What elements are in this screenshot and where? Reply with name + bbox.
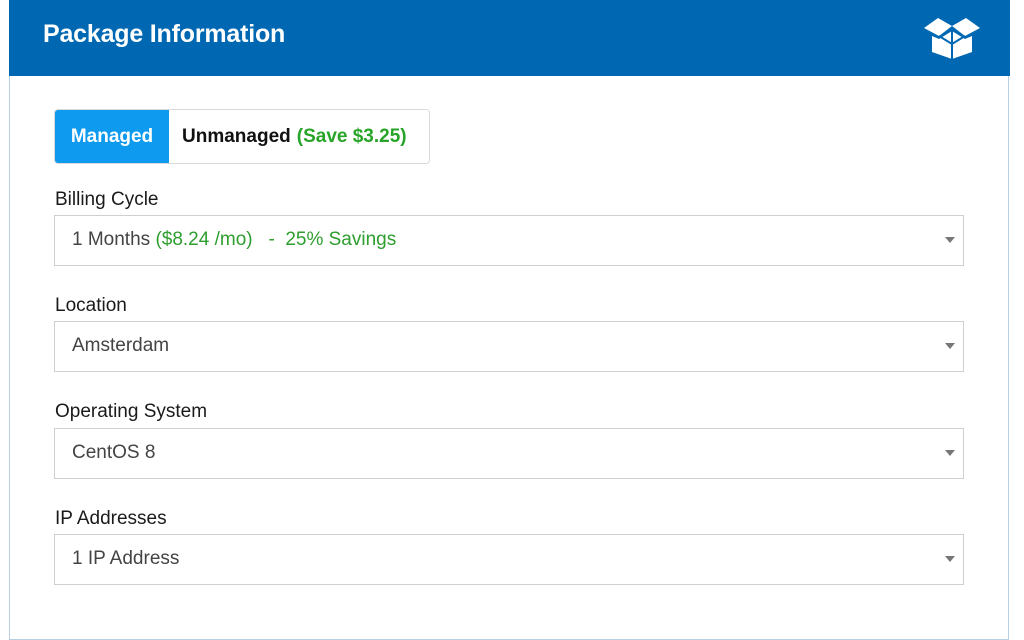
- caret-down-icon: [945, 450, 955, 456]
- billing-cycle-select[interactable]: 1 Months ($8.24 /mo) - 25% Savings: [54, 215, 964, 266]
- operating-system-label: Operating System: [55, 401, 208, 422]
- management-toggle: Managed Unmanaged (Save $3.25): [54, 109, 430, 164]
- billing-price: ($8.24 /mo): [155, 229, 253, 250]
- ip-addresses-select[interactable]: 1 IP Address: [54, 534, 964, 585]
- caret-down-icon: [945, 556, 955, 562]
- billing-cycle-value: 1 Months ($8.24 /mo) - 25% Savings: [72, 229, 396, 251]
- location-label: Location: [55, 295, 127, 316]
- billing-separator: -: [268, 229, 275, 250]
- operating-system-select[interactable]: CentOS 8: [54, 428, 964, 479]
- ip-addresses-value: 1 IP Address: [72, 548, 180, 569]
- ip-addresses-label: IP Addresses: [55, 508, 167, 529]
- billing-term: 1 Months: [72, 229, 151, 250]
- billing-savings: 25% Savings: [285, 229, 397, 250]
- billing-cycle-label: Billing Cycle: [55, 189, 159, 210]
- operating-system-value: CentOS 8: [72, 442, 156, 463]
- location-value: Amsterdam: [72, 335, 170, 356]
- caret-down-icon: [945, 343, 955, 349]
- unmanaged-savings: (Save $3.25): [296, 125, 407, 147]
- managed-label: Managed: [70, 125, 154, 147]
- unmanaged-label: Unmanaged: [182, 125, 291, 147]
- panel-title: Package Information: [43, 20, 286, 48]
- unmanaged-option[interactable]: Unmanaged (Save $3.25): [169, 110, 429, 163]
- location-select[interactable]: Amsterdam: [54, 321, 964, 372]
- panel-header: Package Information: [9, 0, 1010, 76]
- managed-option[interactable]: Managed: [55, 110, 169, 163]
- open-box-icon: [924, 18, 980, 59]
- caret-down-icon: [945, 237, 955, 243]
